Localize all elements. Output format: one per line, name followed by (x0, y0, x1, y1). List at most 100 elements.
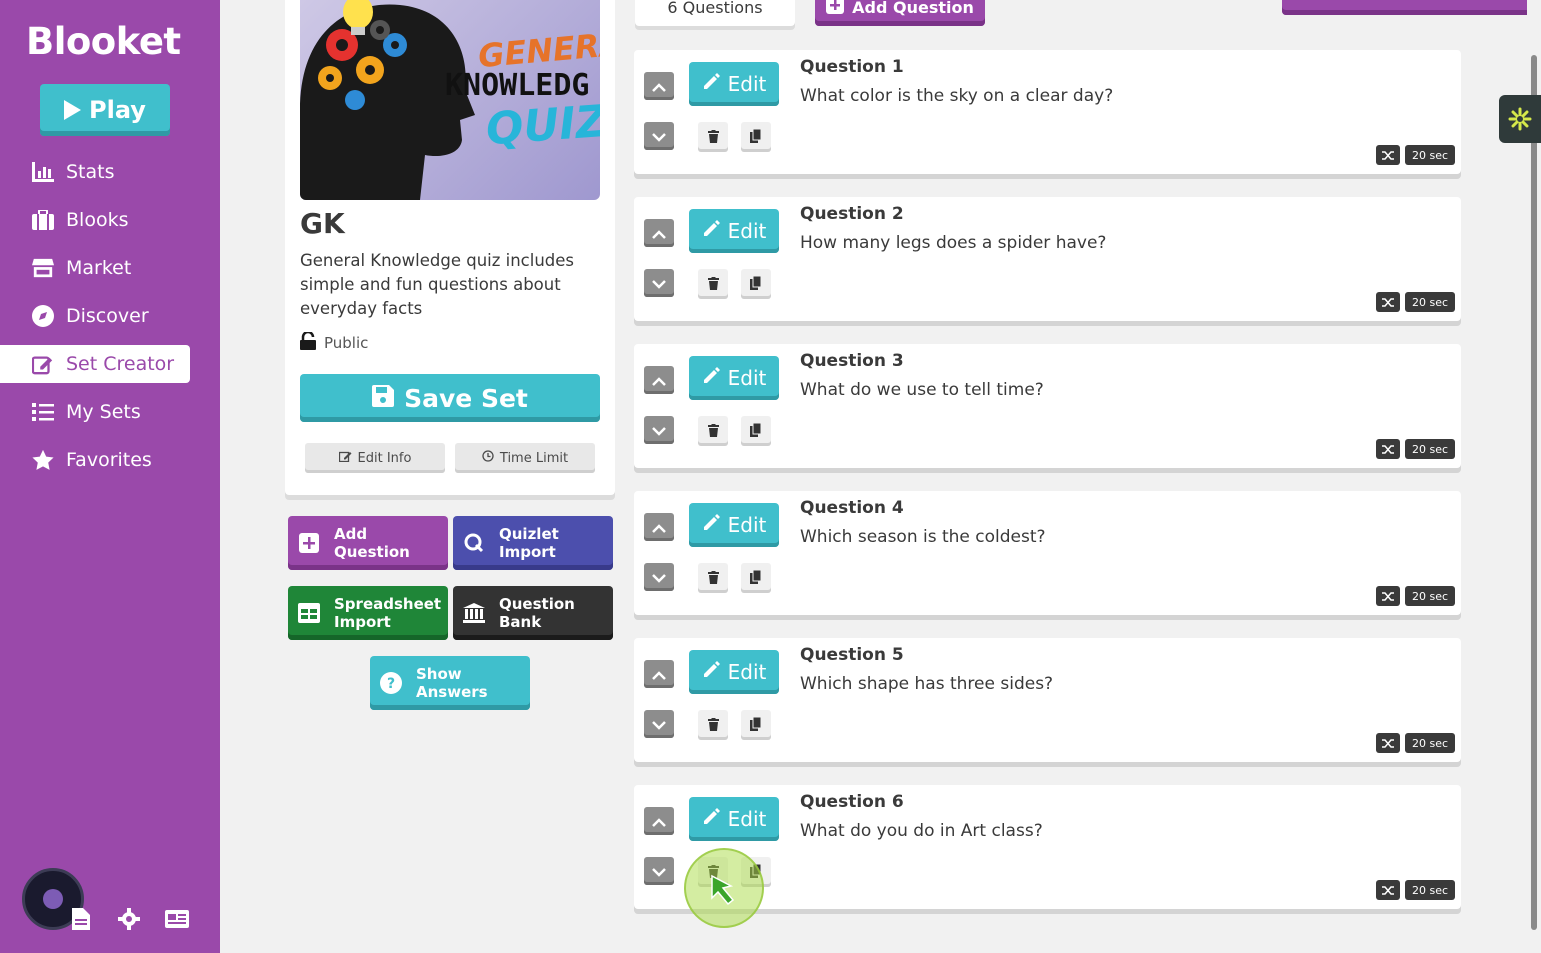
delete-question-button[interactable] (698, 122, 728, 152)
market-icon (32, 257, 54, 279)
list-icon (32, 401, 54, 423)
sidebar-item-label: Stats (66, 161, 115, 183)
shuffle-toggle[interactable] (1376, 586, 1400, 606)
shuffle-toggle[interactable] (1376, 880, 1400, 900)
add-question-top-button[interactable]: Add Question (815, 0, 985, 26)
edit-question-button[interactable]: Edit (689, 797, 779, 841)
show-answers-button[interactable]: ? Show Answers (370, 656, 530, 710)
edit-question-button[interactable]: Edit (689, 650, 779, 694)
svg-text:?: ? (387, 676, 395, 692)
top-right-button[interactable] (1282, 0, 1532, 15)
sidebar-item-set-creator[interactable]: Set Creator (0, 345, 190, 383)
question-bank-button[interactable]: Question Bank (453, 586, 613, 640)
sidebar-item-blooks[interactable]: Blooks (0, 201, 190, 239)
move-up-button[interactable] (644, 366, 674, 394)
duplicate-question-button[interactable] (741, 269, 771, 299)
shuffle-toggle[interactable] (1376, 439, 1400, 459)
move-down-button[interactable] (644, 269, 674, 297)
shuffle-icon (1381, 440, 1395, 459)
edit-question-button[interactable]: Edit (689, 503, 779, 547)
quizlet-import-button[interactable]: Quizlet Import (453, 516, 613, 570)
set-visibility[interactable]: Public (300, 330, 368, 354)
click-indicator (684, 848, 764, 928)
move-down-button[interactable] (644, 857, 674, 885)
delete-question-button[interactable] (698, 269, 728, 299)
time-limit-badge[interactable]: 20 sec (1405, 733, 1455, 753)
duplicate-question-button[interactable] (741, 563, 771, 593)
plus-square-icon (826, 0, 845, 18)
scrollbar-thumb[interactable] (1531, 55, 1537, 930)
move-down-button[interactable] (644, 563, 674, 591)
question-number: Question 1 (800, 57, 904, 77)
time-limit-badge[interactable]: 20 sec (1405, 439, 1455, 459)
add-question-button[interactable]: Add Question (288, 516, 448, 570)
delete-question-button[interactable] (698, 710, 728, 740)
shuffle-icon (1381, 146, 1395, 165)
question-number: Question 5 (800, 645, 904, 665)
spreadsheet-import-button[interactable]: Spreadsheet Import (288, 586, 448, 640)
move-down-button[interactable] (644, 122, 674, 150)
save-set-label: Save Set (404, 383, 528, 413)
save-set-button[interactable]: Save Set (300, 374, 600, 422)
delete-question-button[interactable] (698, 563, 728, 593)
edit-question-button[interactable]: Edit (689, 356, 779, 400)
move-up-button[interactable] (644, 807, 674, 835)
table-icon (298, 602, 320, 624)
image-text-quiz: QUIZ (484, 95, 600, 156)
duplicate-question-button[interactable] (741, 122, 771, 152)
edit-label: Edit (727, 72, 767, 96)
edit-question-button[interactable]: Edit (689, 62, 779, 106)
move-down-button[interactable] (644, 416, 674, 444)
sidebar-item-label: Discover (66, 305, 149, 327)
chevron-up-icon (652, 812, 666, 831)
trash-icon (707, 128, 719, 147)
pencil-icon (702, 219, 720, 243)
edit-question-button[interactable]: Edit (689, 209, 779, 253)
sidebar-item-discover[interactable]: Discover (0, 297, 190, 335)
chevron-down-icon (652, 127, 666, 146)
duplicate-question-button[interactable] (741, 710, 771, 740)
question-card-2: Edit Question 2 How many legs does a spi… (634, 197, 1461, 321)
move-down-button[interactable] (644, 710, 674, 738)
edit-label: Edit (727, 366, 767, 390)
main-content: GENERAL KNOWLEDG QUIZ GK General Knowled… (220, 0, 1532, 953)
copy-icon (750, 569, 762, 588)
move-up-button[interactable] (644, 513, 674, 541)
blooket-logo[interactable]: Blooket (26, 20, 181, 63)
shuffle-toggle[interactable] (1376, 292, 1400, 312)
bank-icon (463, 602, 485, 624)
time-limit-badge[interactable]: 20 sec (1405, 880, 1455, 900)
edit-info-button[interactable]: Edit Info (305, 443, 445, 473)
time-limit-button[interactable]: Time Limit (455, 443, 595, 473)
time-limit-badge[interactable]: 20 sec (1405, 145, 1455, 165)
sidebar-item-my-sets[interactable]: My Sets (0, 393, 190, 431)
move-up-button[interactable] (644, 219, 674, 247)
sidebar-item-market[interactable]: Market (0, 249, 190, 287)
play-button[interactable]: Play (40, 84, 170, 136)
duplicate-question-button[interactable] (741, 416, 771, 446)
copy-icon (750, 716, 762, 735)
time-limit-badge[interactable]: 20 sec (1405, 292, 1455, 312)
set-cover-image[interactable]: GENERAL KNOWLEDG QUIZ (300, 0, 600, 200)
document-icon[interactable] (72, 908, 90, 934)
news-icon[interactable] (165, 910, 189, 932)
move-up-button[interactable] (644, 660, 674, 688)
sidebar-item-stats[interactable]: Stats (0, 153, 190, 191)
time-limit-badge[interactable]: 20 sec (1405, 586, 1455, 606)
sidebar-item-favorites[interactable]: Favorites (0, 441, 190, 479)
shuffle-toggle[interactable] (1376, 145, 1400, 165)
settings-gear-icon[interactable] (118, 908, 140, 934)
quizlet-icon (463, 532, 485, 554)
unlock-icon (300, 330, 316, 354)
question-text: What color is the sky on a clear day? (800, 86, 1114, 106)
shuffle-icon (1381, 734, 1395, 753)
shuffle-toggle[interactable] (1376, 733, 1400, 753)
edit-label: Edit (727, 513, 767, 537)
time-limit-label: Time Limit (499, 450, 569, 466)
delete-question-button[interactable] (698, 416, 728, 446)
extension-icon[interactable] (1499, 95, 1541, 143)
move-up-button[interactable] (644, 72, 674, 100)
save-icon (372, 384, 395, 413)
copy-icon (750, 422, 762, 441)
sidebar-item-label: Blooks (66, 209, 129, 231)
